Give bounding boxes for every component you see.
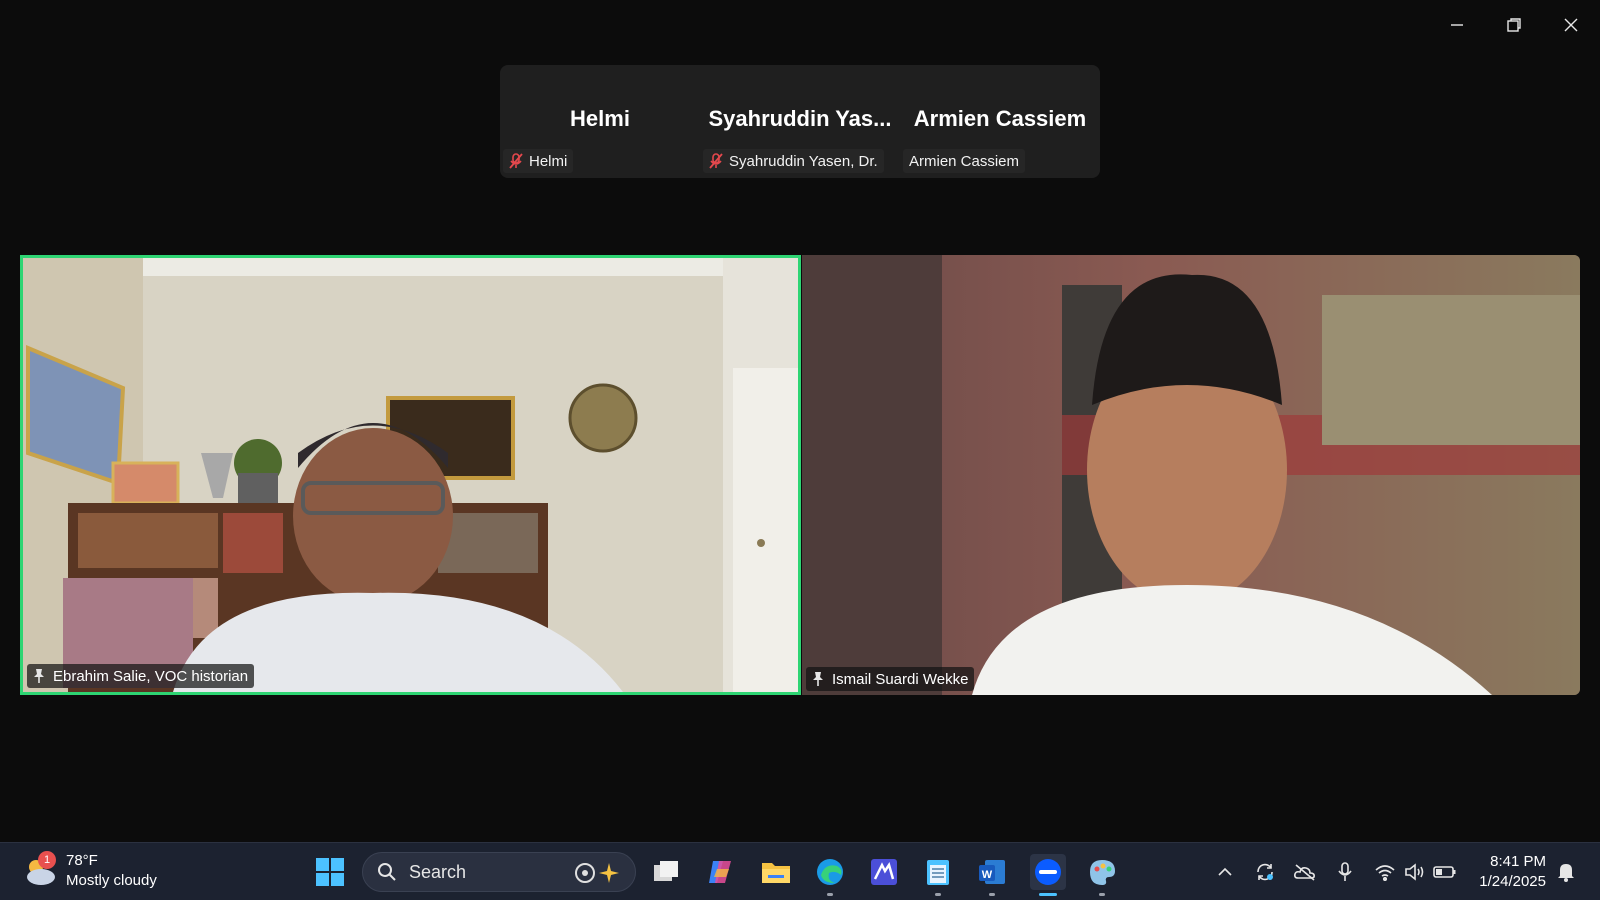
video-name-tag: Ismail Suardi Wekke bbox=[806, 667, 975, 691]
notepad-icon bbox=[927, 860, 949, 885]
taskbar-search[interactable]: Search bbox=[362, 852, 636, 892]
volume-button[interactable] bbox=[1399, 856, 1431, 888]
cloudy-weather-icon: 1 bbox=[22, 851, 58, 889]
edge-icon bbox=[817, 859, 843, 885]
wifi-button[interactable] bbox=[1369, 856, 1401, 888]
word-icon: W bbox=[979, 860, 1005, 884]
video-tile-participant[interactable]: Ismail Suardi Wekke bbox=[802, 255, 1580, 695]
participant-label: Syahruddin Yasen, Dr. bbox=[729, 152, 878, 170]
weather-widget[interactable]: 1 78°F Mostly cloudy bbox=[22, 851, 157, 891]
search-label: Search bbox=[409, 861, 467, 882]
restore-button[interactable] bbox=[1494, 8, 1534, 42]
notepad-button[interactable] bbox=[920, 854, 956, 896]
video-participant-name: Ebrahim Salie, VOC historian bbox=[53, 667, 249, 685]
onedrive-button[interactable] bbox=[1289, 856, 1321, 888]
battery-icon bbox=[1433, 866, 1456, 878]
video-participant-name: Ismail Suardi Wekke bbox=[832, 670, 969, 688]
visual-studio-button[interactable] bbox=[866, 854, 902, 890]
zoom-icon bbox=[1035, 859, 1061, 885]
task-view-button[interactable] bbox=[648, 854, 684, 890]
sync-icon bbox=[1257, 863, 1273, 881]
file-explorer-button[interactable] bbox=[758, 854, 794, 890]
video-tile-active-speaker[interactable]: Ebrahim Salie, VOC historian bbox=[20, 255, 801, 695]
microphone-button[interactable] bbox=[1329, 856, 1361, 888]
paint-icon bbox=[1090, 860, 1115, 885]
search-icon bbox=[378, 863, 396, 881]
copilot-button[interactable] bbox=[702, 854, 738, 890]
start-button[interactable] bbox=[312, 854, 348, 890]
notifications-button[interactable] bbox=[1550, 856, 1582, 888]
participant-name-tag: Helmi bbox=[503, 149, 574, 173]
mic-muted-icon bbox=[509, 153, 523, 169]
svg-text:W: W bbox=[982, 869, 993, 881]
participant-tile-syahruddin[interactable]: Syahruddin Yas... Syahruddin Yasen, Dr. bbox=[700, 65, 900, 178]
close-button[interactable] bbox=[1551, 8, 1591, 42]
volume-icon bbox=[1405, 863, 1424, 881]
onedrive-icon bbox=[1294, 864, 1315, 881]
pin-icon bbox=[33, 668, 45, 684]
copilot-icon bbox=[709, 861, 731, 883]
video-feed bbox=[23, 258, 798, 692]
clock-date: 1/24/2025 bbox=[1479, 873, 1546, 890]
participant-name-tag: Syahruddin Yasen, Dr. bbox=[703, 149, 884, 173]
wifi-icon bbox=[1375, 865, 1395, 881]
bell-icon bbox=[1558, 864, 1574, 882]
word-button[interactable]: W bbox=[974, 854, 1010, 896]
participant-display-name: Armien Cassiem bbox=[913, 106, 1087, 131]
battery-button[interactable] bbox=[1429, 856, 1461, 888]
participant-display-name: Syahruddin Yas... bbox=[708, 106, 892, 131]
restore-icon bbox=[1507, 18, 1521, 32]
task-view-icon bbox=[654, 861, 678, 881]
microphone-icon bbox=[1338, 862, 1352, 881]
video-feed bbox=[802, 255, 1580, 695]
show-hidden-icons-button[interactable] bbox=[1209, 856, 1241, 888]
clock-time: 8:41 PM bbox=[1490, 853, 1546, 870]
visual-studio-icon bbox=[871, 859, 897, 885]
weather-badge: 1 bbox=[38, 851, 56, 869]
edge-button[interactable] bbox=[812, 854, 848, 896]
windows-start-icon bbox=[316, 858, 344, 886]
minimize-icon bbox=[1451, 24, 1463, 26]
file-explorer-icon bbox=[762, 863, 790, 883]
participant-name-tag: Armien Cassiem bbox=[903, 149, 1026, 173]
paint-button[interactable] bbox=[1084, 854, 1120, 896]
pin-icon bbox=[812, 671, 824, 687]
search-highlight-icon bbox=[575, 863, 619, 883]
zoom-button[interactable] bbox=[1030, 854, 1066, 896]
participant-label: Armien Cassiem bbox=[909, 152, 1020, 170]
close-icon bbox=[1564, 18, 1578, 32]
taskbar-clock[interactable]: 8:41 PM 1/24/2025 bbox=[1468, 852, 1546, 892]
participant-display-name: Helmi bbox=[570, 106, 630, 131]
participant-label: Helmi bbox=[529, 152, 568, 170]
participant-tile-helmi[interactable]: Helmi Helmi bbox=[500, 65, 700, 178]
mic-muted-icon bbox=[709, 153, 723, 169]
windows-taskbar: 1 78°F Mostly cloudy Search W 8:41 PM 1/… bbox=[0, 842, 1600, 900]
participant-strip: Helmi Helmi Syahruddin Yas... Syahruddin… bbox=[500, 65, 1100, 178]
video-name-tag: Ebrahim Salie, VOC historian bbox=[27, 664, 255, 688]
minimize-button[interactable] bbox=[1437, 8, 1477, 42]
weather-condition: Mostly cloudy bbox=[66, 872, 157, 889]
sync-button[interactable] bbox=[1249, 856, 1281, 888]
weather-temperature: 78°F bbox=[66, 852, 98, 869]
participant-tile-armien[interactable]: Armien Cassiem Armien Cassiem bbox=[900, 65, 1100, 178]
chevron-up-icon bbox=[1218, 867, 1232, 876]
